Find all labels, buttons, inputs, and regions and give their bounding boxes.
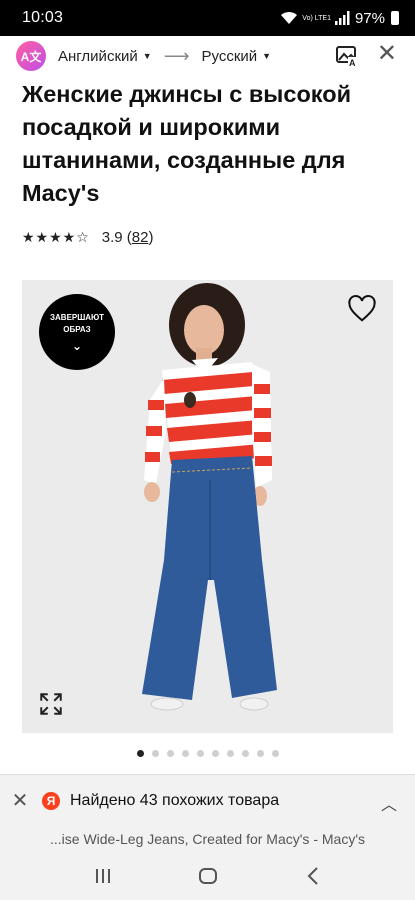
translate-bar: A文 Английский ▼ ⟶ Русский ▼ A ✕ — [0, 36, 415, 76]
model-photo — [142, 283, 277, 711]
gallery-dot[interactable] — [181, 750, 189, 757]
chevron-down-icon: ▼ — [262, 51, 272, 61]
status-time: 10:03 — [22, 9, 64, 26]
rating-value: 3.9 — [101, 229, 123, 246]
product-title: Женские джинсы с высокой посадкой и широ… — [22, 81, 352, 206]
review-count-link[interactable]: 82 — [132, 229, 149, 246]
badge-line-1: ЗАВЕРШАЮТ — [50, 313, 104, 322]
badge-line-2: ОБРАЗ — [63, 325, 91, 334]
signal-icon — [334, 11, 350, 25]
svg-text:A: A — [349, 58, 356, 68]
target-language-label: Русский — [201, 47, 258, 65]
gallery-dot[interactable] — [136, 750, 144, 757]
translate-logo-icon[interactable]: A文 — [16, 41, 46, 71]
similar-products-bar[interactable]: ✕ Я Найдено 43 похожих товара ︿ — [0, 774, 415, 826]
gallery-dot[interactable] — [241, 750, 249, 757]
wifi-icon — [281, 11, 298, 24]
chevron-up-icon[interactable]: ︿ — [381, 791, 397, 815]
chevron-down-icon: ⌄ — [71, 339, 83, 353]
yandex-logo-icon: Я — [42, 791, 60, 810]
close-icon[interactable]: ✕ — [10, 788, 30, 813]
home-icon — [198, 868, 217, 884]
source-language-label: Английский — [58, 47, 138, 65]
heart-icon[interactable] — [347, 294, 377, 324]
volte-indicator: Vo) LTE1 — [302, 14, 331, 22]
gallery-dot[interactable] — [211, 750, 219, 757]
target-language-select[interactable]: Русский ▼ — [202, 48, 272, 65]
battery-percent: 97% — [354, 9, 385, 27]
home-button[interactable] — [193, 861, 223, 891]
arrow-right-icon: ⟶ — [163, 45, 190, 66]
gallery-dot[interactable] — [166, 750, 174, 757]
similar-products-text[interactable]: Найдено 43 похожих товара — [70, 792, 279, 810]
gallery-pagination — [0, 750, 415, 757]
battery-icon — [391, 11, 399, 25]
gallery-dot[interactable] — [256, 750, 264, 757]
status-icons: Vo) LTE1 97% — [280, 10, 399, 27]
status-bar: 10:03 Vo) LTE1 97% — [0, 0, 415, 36]
product-rating[interactable]: ★★★★☆ 3.9 (82) — [22, 229, 153, 246]
system-nav-bar — [0, 852, 415, 900]
page-url-text: ...ise Wide-Leg Jeans, Created for Macy'… — [49, 831, 365, 847]
complete-the-look-badge[interactable]: ЗАВЕРШАЮТ ОБРАЗ ⌄ — [39, 294, 115, 370]
back-button[interactable] — [298, 861, 328, 891]
close-icon[interactable]: ✕ — [377, 42, 397, 66]
gallery-dot[interactable] — [196, 750, 204, 757]
product-image[interactable]: ЗАВЕРШАЮТ ОБРАЗ ⌄ — [22, 280, 393, 733]
source-language-select[interactable]: Английский ▼ — [58, 48, 152, 65]
recent-apps-button[interactable] — [88, 861, 118, 891]
gallery-dot[interactable] — [151, 750, 159, 757]
gallery-dot[interactable] — [226, 750, 234, 757]
recent-apps-icon — [95, 869, 110, 883]
back-icon — [307, 867, 318, 885]
gallery-dot[interactable] — [271, 750, 279, 757]
rating-stars: ★★★★☆ — [22, 229, 90, 245]
page-url[interactable]: ...ise Wide-Leg Jeans, Created for Macy'… — [0, 826, 415, 852]
chevron-down-icon: ▼ — [142, 51, 152, 61]
translate-image-icon[interactable]: A — [335, 44, 359, 68]
expand-icon[interactable] — [38, 691, 64, 717]
